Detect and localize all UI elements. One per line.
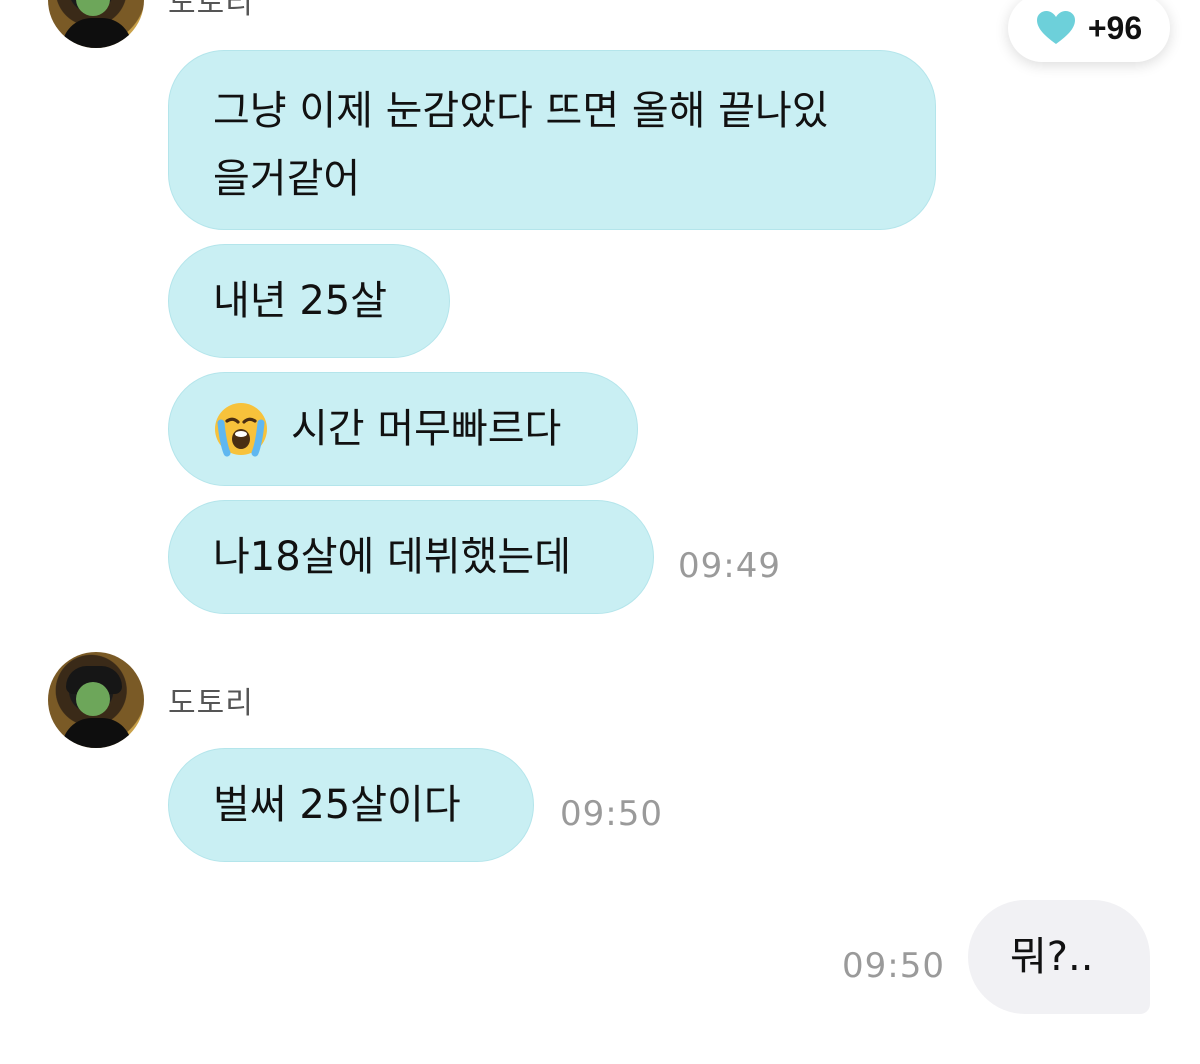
avatar-face-shape bbox=[76, 0, 110, 16]
message-text: 내년 25살 bbox=[213, 278, 388, 324]
loudly-crying-face-icon bbox=[213, 401, 269, 457]
heart-icon bbox=[1036, 10, 1076, 46]
message-bubble[interactable]: 내년 25살 bbox=[168, 244, 450, 358]
sender-name: 도토리 bbox=[168, 0, 254, 21]
message-text: 벌써 25살이다 bbox=[213, 782, 461, 828]
message-text: 뭐?.. bbox=[1010, 934, 1094, 980]
message-bubble[interactable]: 시간 머무빠르다 bbox=[168, 372, 638, 486]
reaction-badge[interactable]: +96 bbox=[1008, 0, 1170, 62]
avatar-body-shape bbox=[62, 18, 132, 48]
message-text: 시간 머무빠르다 bbox=[291, 406, 562, 452]
message-text: 나18살에 데뷔했는데 bbox=[213, 534, 572, 580]
message-timestamp: 09:49 bbox=[678, 546, 781, 586]
message-timestamp: 09:50 bbox=[560, 794, 663, 834]
reaction-count: +96 bbox=[1087, 9, 1143, 46]
message-bubble[interactable]: 나18살에 데뷔했는데 bbox=[168, 500, 654, 614]
message-timestamp: 09:50 bbox=[842, 946, 945, 986]
sender-name: 도토리 bbox=[168, 686, 254, 721]
message-text-line: 그냥 이제 눈감았다 뜨면 올해 끝나있 bbox=[213, 88, 829, 134]
sender-avatar[interactable] bbox=[48, 652, 144, 748]
message-text-line: 을거같어 bbox=[213, 156, 361, 202]
message-bubble[interactable]: 그냥 이제 눈감았다 뜨면 올해 끝나있 을거같어 bbox=[168, 50, 936, 230]
avatar-face-shape bbox=[76, 682, 110, 716]
sender-avatar[interactable] bbox=[48, 0, 144, 48]
message-bubble[interactable]: 벌써 25살이다 bbox=[168, 748, 534, 862]
outgoing-message-bubble[interactable]: 뭐?.. bbox=[968, 900, 1150, 1014]
avatar-body-shape bbox=[62, 718, 132, 748]
